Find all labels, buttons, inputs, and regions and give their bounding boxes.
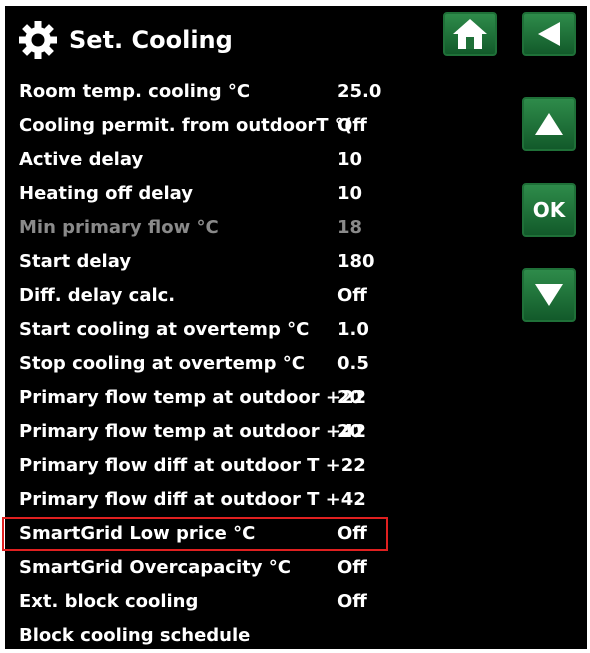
setting-label: Primary flow diff at outdoor T +42 (19, 489, 366, 510)
page-title: Set. Cooling (69, 26, 233, 54)
setting-value: 0.5 (337, 353, 369, 374)
setting-value: 18 (337, 217, 363, 238)
ok-label: OK (532, 198, 566, 222)
setting-value: 25.0 (337, 81, 382, 102)
ok-button[interactable]: OK (522, 183, 576, 237)
setting-label: Min primary flow °C (19, 217, 219, 238)
controller-screen: Set. Cooling OK Room temp. cooling °C 25.… (2, 6, 587, 649)
setting-row[interactable]: Ext. block cooling Off (5, 585, 425, 619)
scroll-down-button[interactable] (522, 268, 576, 322)
setting-value: Off (337, 591, 367, 612)
setting-value: 1.0 (337, 319, 369, 340)
setting-row-selected[interactable]: SmartGrid Low price °C Off (2, 517, 388, 551)
setting-label: SmartGrid Overcapacity °C (19, 557, 291, 578)
setting-label: Ext. block cooling (19, 591, 199, 612)
setting-label: Start delay (19, 251, 132, 272)
title-bar: Set. Cooling (18, 18, 233, 62)
setting-row[interactable]: Diff. delay calc. Off (5, 279, 425, 313)
home-button[interactable] (443, 12, 497, 56)
setting-row-disabled: Min primary flow °C 18 (5, 211, 425, 245)
setting-label: Stop cooling at overtemp °C (19, 353, 305, 374)
setting-row[interactable]: Primary flow diff at outdoor T +22 (5, 449, 425, 483)
setting-label: Diff. delay calc. (19, 285, 176, 306)
setting-value: 10 (337, 183, 363, 204)
setting-row[interactable]: Start delay 180 (5, 245, 425, 279)
setting-row[interactable]: Start cooling at overtemp °C 1.0 (5, 313, 425, 347)
setting-label: Primary flow temp at outdoor +42 (19, 421, 367, 442)
setting-label: Primary flow diff at outdoor T +22 (19, 455, 366, 476)
setting-label: Start cooling at overtemp °C (19, 319, 310, 340)
gear-icon (19, 21, 57, 59)
setting-value: Off (337, 523, 367, 544)
setting-label: Room temp. cooling °C (19, 81, 251, 102)
back-button[interactable] (522, 12, 576, 56)
setting-row[interactable]: Primary flow temp at outdoor +22 20 (5, 381, 425, 415)
setting-row[interactable]: Block cooling schedule (5, 619, 425, 653)
setting-label: Cooling permit. from outdoorT °( (19, 115, 352, 136)
setting-row[interactable]: Room temp. cooling °C 25.0 (5, 75, 425, 109)
setting-label: Primary flow temp at outdoor +22 (19, 387, 367, 408)
home-icon (453, 19, 487, 49)
setting-row[interactable]: Heating off delay 10 (5, 177, 425, 211)
setting-label: Heating off delay (19, 183, 193, 204)
setting-value: Off (337, 115, 367, 136)
setting-row[interactable]: Active delay 10 (5, 143, 425, 177)
setting-value: 10 (337, 149, 363, 170)
setting-value: 20 (337, 421, 363, 442)
down-arrow-icon (535, 284, 563, 306)
settings-list: Room temp. cooling °C 25.0 Cooling permit… (2, 75, 425, 653)
setting-label: SmartGrid Low price °C (19, 523, 256, 544)
setting-label: Active delay (19, 149, 144, 170)
scroll-up-button[interactable] (522, 97, 576, 151)
setting-value: Off (337, 557, 367, 578)
setting-label: Block cooling schedule (19, 625, 251, 646)
setting-row[interactable]: Primary flow diff at outdoor T +42 (5, 483, 425, 517)
setting-value: 180 (337, 251, 375, 272)
up-arrow-icon (535, 113, 563, 135)
setting-row[interactable]: Cooling permit. from outdoorT °(Off (5, 109, 425, 143)
setting-value: Off (337, 285, 367, 306)
setting-row[interactable]: SmartGrid Overcapacity °C Off (5, 551, 425, 585)
back-arrow-icon (538, 22, 560, 46)
setting-value: 20 (337, 387, 363, 408)
setting-row[interactable]: Stop cooling at overtemp °C 0.5 (5, 347, 425, 381)
setting-row[interactable]: Primary flow temp at outdoor +42 20 (5, 415, 425, 449)
